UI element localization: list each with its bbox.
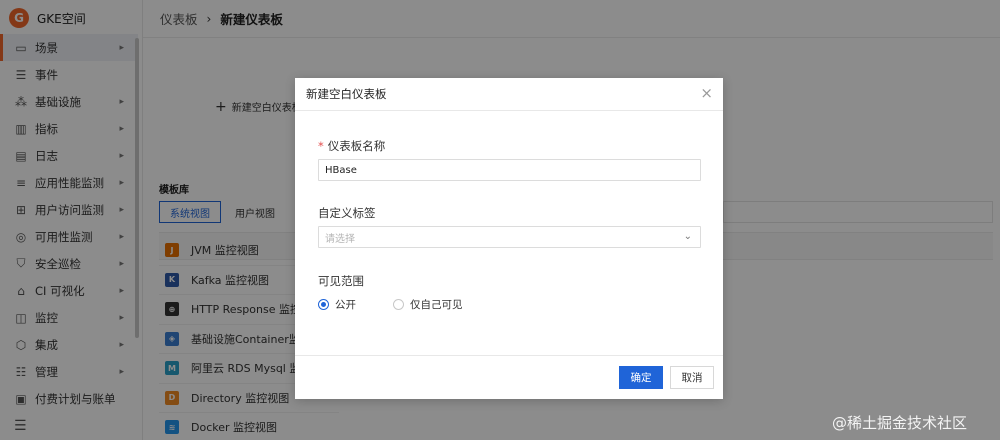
radio-private-label: 仅自己可见 [410,299,463,311]
custom-tags-label: 自定义标签 [318,206,376,220]
dialog-title: 新建空白仪表板 [306,87,387,101]
visibility-label: 可见范围 [318,274,364,288]
confirm-button[interactable]: 确定 [619,366,663,389]
dialog-header: 新建空白仪表板 [295,78,723,111]
custom-tags-placeholder: 请选择 [325,233,355,245]
required-mark: * [318,139,324,153]
chevron-down-icon: ⌄ [683,231,692,242]
watermark: @稀土掘金技术社区 [832,414,968,432]
radio-private[interactable]: 仅自己可见 [393,297,463,312]
radio-public[interactable]: 公开 [318,297,356,312]
close-icon[interactable]: × [700,86,713,101]
dialog-footer: 确定 取消 [295,355,723,399]
radio-public-dot[interactable] [318,299,329,310]
dashboard-name-label-text: 仪表板名称 [327,139,386,153]
dashboard-name-label: * 仪表板名称 [318,138,385,154]
new-dashboard-dialog: 新建空白仪表板 × * 仪表板名称 HBase 自定义标签 请选择 ⌄ 可见范围 … [295,78,723,399]
cancel-button[interactable]: 取消 [670,366,714,389]
radio-private-dot[interactable] [393,299,404,310]
dashboard-name-input[interactable]: HBase [318,159,701,181]
custom-tags-select[interactable]: 请选择 ⌄ [318,226,701,248]
radio-public-label: 公开 [335,299,356,311]
visibility-radio-group: 公开 仅自己可见 [318,297,463,312]
